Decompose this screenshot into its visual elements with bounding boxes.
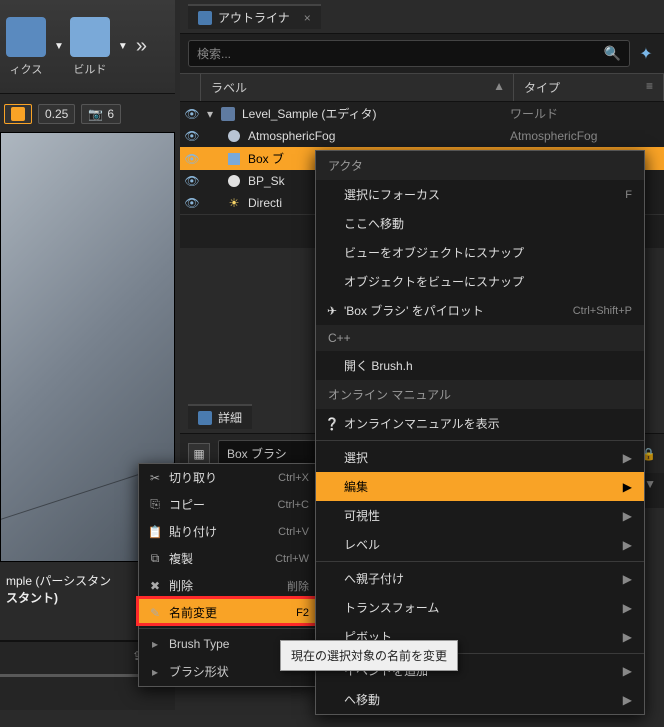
menu-item-duplicate[interactable]: ⧉複製Ctrl+W [139, 545, 319, 572]
blueprint-icon [226, 173, 242, 189]
world-icon [220, 106, 236, 122]
menu-item-paste[interactable]: 📋貼り付けCtrl+V [139, 518, 319, 545]
submenu-arrow-icon: ▶ [623, 572, 632, 586]
outliner-icon [198, 11, 212, 25]
close-icon[interactable]: × [304, 11, 311, 25]
outliner-tab[interactable]: アウトライナ × [188, 4, 321, 29]
outliner-search-input[interactable]: 検索... 🔍 [188, 40, 630, 67]
col-type[interactable]: タイプ≡ [514, 74, 664, 101]
paste-icon: 📋 [147, 525, 163, 539]
submenu-arrow-icon: ▶ [623, 538, 632, 552]
menu-item-pilot[interactable]: ✈'Box ブラシ' をパイロットCtrl+Shift+P [316, 296, 644, 325]
menu-item-snap-object-to-view[interactable]: オブジェクトをビューにスナップ [316, 267, 644, 296]
toolbar-button-physics[interactable]: ィクス [6, 17, 46, 77]
expand-icon[interactable]: ▸ [149, 637, 161, 651]
tree-row-fog[interactable]: 👁 AtmosphericFog AtmosphericFog [180, 125, 664, 147]
menu-item-visibility[interactable]: 可視性▶ [316, 501, 644, 530]
dropdown-arrow-icon[interactable]: ▼ [118, 41, 128, 52]
submenu-arrow-icon: ▶ [623, 480, 632, 494]
scale-snap-value[interactable]: 0.25 [38, 104, 75, 124]
physics-icon [6, 17, 46, 57]
actor-context-menu: アクタ 選択にフォーカスF ここへ移動 ビューをオブジェクトにスナップ オブジェ… [315, 150, 645, 715]
tab-title: 詳細 [218, 409, 242, 426]
col-label[interactable]: ラベル▲ [201, 74, 514, 101]
details-icon [198, 411, 212, 425]
tab-title: アウトライナ [218, 9, 290, 26]
visibility-eye-icon[interactable]: 👁 [184, 196, 200, 210]
visibility-eye-icon[interactable]: 👁 [184, 174, 200, 188]
fog-icon [226, 128, 242, 144]
copy-icon: ⎘ [147, 497, 163, 512]
menu-item-cut[interactable]: ✂切り取りCtrl+X [139, 464, 319, 491]
main-toolbar: ィクス ▼ ビルド ▼ » [0, 0, 175, 94]
menu-section-cpp: C++ [316, 325, 644, 351]
visibility-eye-icon[interactable]: 👁 [184, 152, 200, 166]
submenu-arrow-icon: ▶ [623, 451, 632, 465]
menu-item-attach[interactable]: へ親子付け▶ [316, 564, 644, 593]
search-placeholder: 検索... [197, 45, 231, 62]
menu-item-select[interactable]: 選択▶ [316, 443, 644, 472]
tooltip-text: 現在の選択対象の名前を変更 [291, 649, 447, 663]
outliner-tab-bar: アウトライナ × [180, 0, 664, 34]
menu-section-manual: オンライン マニュアル [316, 380, 644, 409]
col-visibility[interactable] [180, 74, 201, 101]
cut-icon: ✂ [147, 471, 163, 485]
menu-item-rename[interactable]: ✎名前変更F2 [139, 599, 319, 626]
box-brush-icon [226, 151, 242, 167]
menu-item-focus[interactable]: 選択にフォーカスF [316, 180, 644, 209]
submenu-arrow-icon: ▶ [623, 630, 632, 644]
toolbar-label: ビルド [73, 61, 106, 77]
dropdown-arrow-icon[interactable]: ▼ [54, 41, 64, 52]
tree-row-world[interactable]: 👁 ▾ Level_Sample (エディタ) ワールド [180, 102, 664, 125]
menu-item-level[interactable]: レベル▶ [316, 530, 644, 559]
toolbar-label: ィクス [10, 61, 43, 77]
add-filter-button[interactable]: ✦ [636, 44, 656, 64]
menu-item-delete[interactable]: ✖削除削除 [139, 572, 319, 599]
duplicate-icon: ⧉ [147, 551, 163, 566]
menu-item-move-to[interactable]: へ移動▶ [316, 685, 644, 714]
visibility-eye-icon[interactable]: 👁 [184, 129, 200, 143]
toolbar-button-build[interactable]: ビルド [70, 17, 110, 77]
outliner-columns: ラベル▲ タイプ≡ [180, 73, 664, 102]
expand-icon[interactable]: ▸ [149, 665, 161, 679]
visibility-eye-icon[interactable]: 👁 [184, 107, 200, 121]
scale-snap-toggle[interactable] [4, 104, 32, 124]
menu-item-snap-view-to-object[interactable]: ビューをオブジェクトにスナップ [316, 238, 644, 267]
viewport-snap-toolbar: 0.25 📷 6 [0, 100, 175, 128]
tooltip: 現在の選択対象の名前を変更 [280, 640, 458, 671]
sort-asc-icon: ▲ [493, 79, 505, 93]
rename-icon: ✎ [147, 606, 163, 620]
search-icon: 🔍 [604, 45, 621, 62]
submenu-arrow-icon: ▶ [623, 601, 632, 615]
menu-item-manual[interactable]: ❔オンラインマニュアルを表示 [316, 409, 644, 438]
toolbar-overflow-icon[interactable]: » [136, 35, 147, 58]
actor-thumbnail-icon: ▦ [188, 443, 210, 465]
col-menu-icon[interactable]: ≡ [646, 79, 653, 93]
menu-item-edit[interactable]: 編集▶ [316, 472, 644, 501]
menu-item-gohere[interactable]: ここへ移動 [316, 209, 644, 238]
menu-item-open-source[interactable]: 開く Brush.h [316, 351, 644, 380]
submenu-arrow-icon: ▶ [623, 509, 632, 523]
scale-snap-icon [11, 107, 25, 121]
directional-light-icon: ☀ [226, 195, 242, 211]
submenu-arrow-icon: ▶ [623, 664, 632, 678]
menu-section-actor: アクタ [316, 151, 644, 180]
pilot-icon: ✈ [324, 304, 340, 318]
menu-item-transform[interactable]: トランスフォーム▶ [316, 593, 644, 622]
delete-icon: ✖ [147, 579, 163, 593]
submenu-arrow-icon: ▶ [623, 693, 632, 707]
menu-item-copy[interactable]: ⎘コピーCtrl+C [139, 491, 319, 518]
build-icon [70, 17, 110, 57]
camera-speed[interactable]: 📷 6 [81, 104, 121, 124]
dropdown-arrow-icon[interactable]: ▼ [644, 477, 656, 504]
details-tab[interactable]: 詳細 [188, 404, 252, 429]
expand-toggle-icon[interactable]: ▾ [204, 107, 216, 121]
help-icon: ❔ [324, 417, 340, 431]
